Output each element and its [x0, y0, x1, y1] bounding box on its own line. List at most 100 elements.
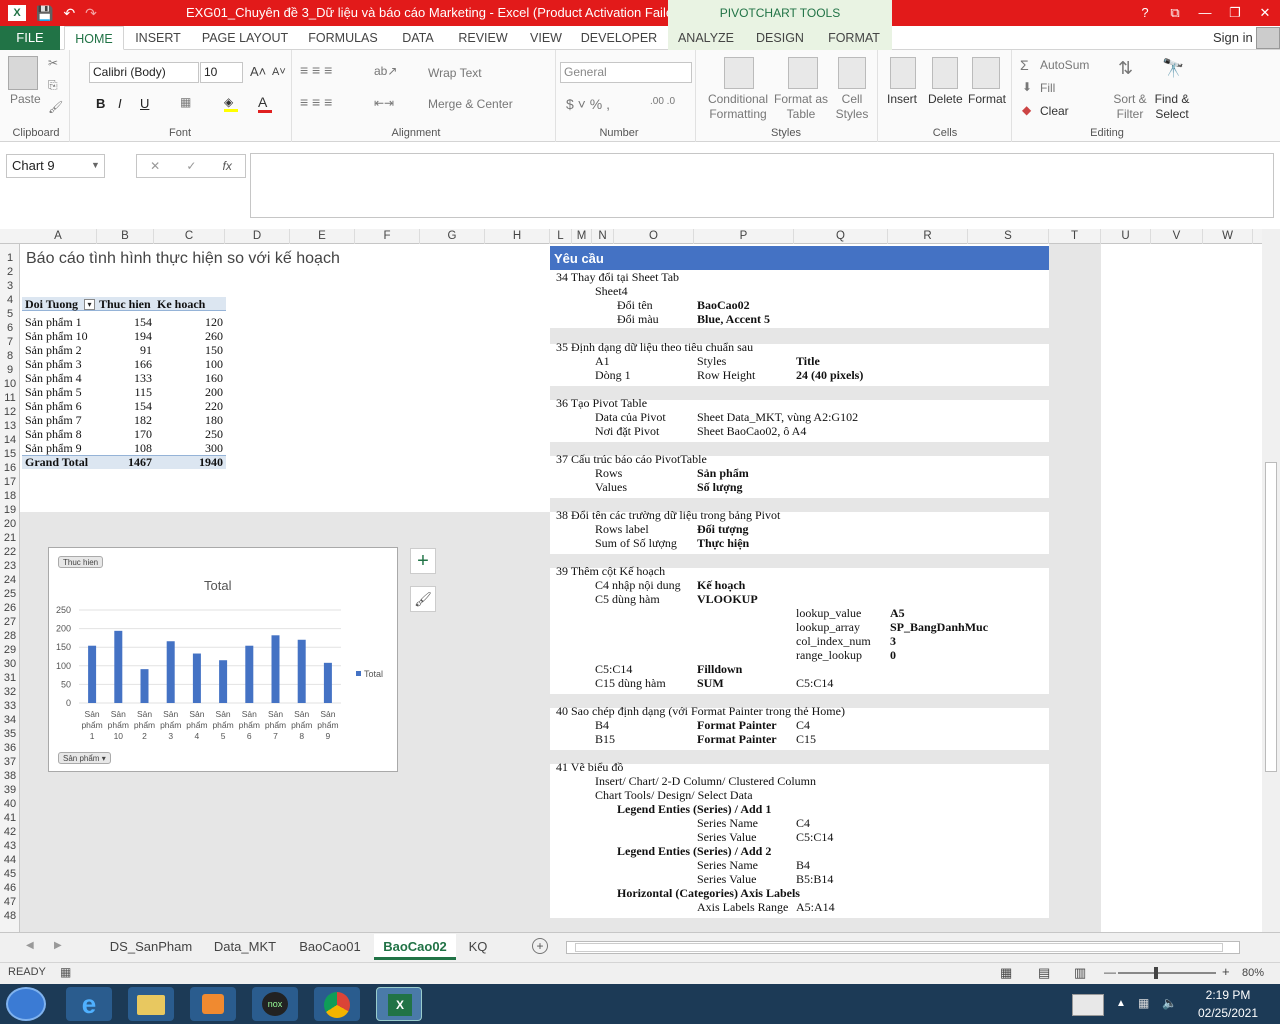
sheet-title[interactable]: Báo cáo tình hình thực hiện so với kế ho…	[26, 250, 340, 268]
row-header[interactable]: 19	[0, 503, 20, 517]
col-header-h[interactable]: H	[485, 229, 550, 244]
pivot-row-label[interactable]: Sản phẩm 9	[25, 441, 82, 456]
zoom-slider[interactable]	[1118, 972, 1216, 974]
page-break-view-icon[interactable]: ▥	[1074, 965, 1086, 981]
italic-icon[interactable]: I	[118, 96, 122, 111]
requirement-text[interactable]: BaoCao02	[697, 298, 750, 313]
requirement-text[interactable]: Sản phẩm	[697, 466, 749, 481]
sort-filter-icon[interactable]: ⇅	[1118, 58, 1133, 79]
ribbon-display-button[interactable]: ⧉	[1160, 0, 1190, 26]
requirement-text[interactable]: 37 Cấu trúc báo cáo PivotTable	[556, 452, 707, 467]
col-header-e[interactable]: E	[290, 229, 355, 244]
requirement-text[interactable]: Thực hiện	[697, 536, 749, 551]
row-header[interactable]: 10	[0, 377, 20, 391]
tab-insert[interactable]: INSERT	[128, 26, 188, 50]
requirement-text[interactable]: Chart Tools/ Design/ Select Data	[595, 788, 753, 803]
pivot-row-ke-hoach[interactable]: 300	[160, 441, 223, 456]
requirement-text[interactable]: lookup_value	[796, 606, 861, 621]
name-box-dropdown-icon[interactable]: ▼	[91, 160, 100, 170]
pivot-row-label[interactable]: Sản phẩm 10	[25, 329, 88, 344]
fill-button[interactable]: Fill	[1040, 81, 1055, 95]
restore-button[interactable]: ❐	[1220, 0, 1250, 26]
row-header[interactable]: 39	[0, 783, 20, 797]
pivot-row-ke-hoach[interactable]: 100	[160, 357, 223, 372]
internet-explorer-icon[interactable]: e	[66, 987, 112, 1021]
requirement-text[interactable]: C4	[796, 816, 810, 831]
tab-page-layout[interactable]: PAGE LAYOUT	[196, 26, 294, 50]
tab-data[interactable]: DATA	[392, 26, 444, 50]
requirement-text[interactable]: C15	[796, 732, 816, 747]
cell-styles-button[interactable]: Cell Styles	[830, 92, 874, 122]
autosum-button[interactable]: AutoSum	[1040, 58, 1089, 72]
pivot-row-ke-hoach[interactable]: 120	[160, 315, 223, 330]
requirement-text[interactable]: Legend Enties (Series) / Add 1	[617, 802, 771, 817]
requirement-text[interactable]: Sum of Số lượng	[595, 536, 677, 551]
clock-date[interactable]: 02/25/2021	[1190, 1006, 1266, 1020]
row-header[interactable]: 13	[0, 419, 20, 433]
find-select-icon[interactable]: 🔭	[1162, 58, 1184, 79]
grow-font-icon[interactable]: A˄	[250, 64, 266, 79]
tab-analyze[interactable]: ANALYZE	[672, 26, 740, 50]
requirement-text[interactable]: Đối tượng	[697, 522, 749, 537]
tab-format[interactable]: FORMAT	[820, 26, 888, 50]
format-cells-icon[interactable]	[972, 57, 1000, 89]
requirement-text[interactable]: Series Name	[697, 858, 758, 873]
requirement-text[interactable]: Số lượng	[697, 480, 743, 495]
row-header[interactable]: 16	[0, 461, 20, 475]
font-color-icon[interactable]: A	[258, 94, 272, 113]
requirement-text[interactable]: Title	[796, 354, 820, 369]
row-header[interactable]: 33	[0, 699, 20, 713]
requirement-text[interactable]: Nơi đặt Pivot	[595, 424, 659, 439]
chart-bar[interactable]	[192, 653, 201, 703]
requirement-text[interactable]: lookup_array	[796, 620, 860, 635]
row-header[interactable]: 12	[0, 405, 20, 419]
requirement-text[interactable]: C15 dùng hàm	[595, 676, 666, 691]
requirement-text[interactable]: 0	[890, 648, 896, 663]
new-sheet-icon[interactable]: +	[532, 938, 548, 954]
excel-taskbar-icon[interactable]: X	[376, 987, 422, 1021]
pivot-chart[interactable]: Thuc hien Total 250 200 150 100 50 0 Sản phẩm 1…	[48, 547, 398, 772]
requirement-text[interactable]: C4	[796, 718, 810, 733]
pivot-header-doi-tuong[interactable]: Doi Tuong	[25, 297, 78, 312]
col-header-t[interactable]: T	[1049, 229, 1101, 244]
requirement-text[interactable]: Styles	[697, 354, 726, 369]
row-header[interactable]: 30	[0, 657, 20, 671]
format-cells-button[interactable]: Format	[968, 92, 1006, 106]
font-name-select[interactable]: Calibri (Body)	[89, 62, 199, 83]
col-header-f[interactable]: F	[355, 229, 420, 244]
tab-review[interactable]: REVIEW	[452, 26, 514, 50]
border-icon[interactable]: ▦	[180, 95, 191, 109]
requirement-text[interactable]: 3	[890, 634, 896, 649]
requirement-text[interactable]: SP_BangDanhMuc	[890, 620, 988, 635]
zoom-level[interactable]: 80%	[1242, 967, 1264, 979]
find-select-button[interactable]: Find & Select	[1152, 92, 1192, 122]
sort-filter-button[interactable]: Sort & Filter	[1112, 92, 1148, 122]
pivot-grand-total-ke-hoach[interactable]: 1940	[160, 455, 223, 470]
requirement-text[interactable]: Insert/ Chart/ 2-D Column/ Clustered Col…	[595, 774, 816, 789]
enter-icon[interactable]: ✓	[186, 159, 196, 173]
row-header[interactable]: 48	[0, 909, 20, 923]
sheet-next-icon[interactable]: ▶	[54, 940, 62, 951]
chart-bar[interactable]	[219, 660, 228, 703]
normal-view-icon[interactable]: ▦	[1000, 965, 1012, 981]
cut-icon[interactable]: ✂	[48, 56, 58, 70]
decimal-icon[interactable]: .00 .0	[650, 96, 675, 107]
chart-elements-button[interactable]: +	[410, 548, 436, 574]
clock-time[interactable]: 2:19 PM	[1196, 988, 1260, 1002]
row-header[interactable]: 26	[0, 601, 20, 615]
col-header-a[interactable]: A	[20, 229, 97, 244]
nox-player-icon[interactable]: nox	[252, 987, 298, 1021]
requirement-text[interactable]: 39 Thêm cột Kế hoạch	[556, 564, 665, 579]
redo-icon[interactable]: ↷	[85, 5, 97, 22]
avatar[interactable]	[1256, 27, 1280, 49]
requirement-text[interactable]: Filldown	[697, 662, 742, 677]
row-header[interactable]: 22	[0, 545, 20, 559]
row-header[interactable]: 35	[0, 727, 20, 741]
tab-home[interactable]: HOME	[64, 26, 124, 50]
orientation-icon[interactable]: ab↗	[374, 64, 397, 78]
requirement-text[interactable]: Kế hoạch	[697, 578, 745, 593]
sheet-tab-baocao02[interactable]: BaoCao02	[374, 934, 456, 960]
tab-file[interactable]: FILE	[0, 26, 60, 50]
requirement-text[interactable]: A5:A14	[796, 900, 835, 915]
col-header-s[interactable]: S	[968, 229, 1049, 244]
